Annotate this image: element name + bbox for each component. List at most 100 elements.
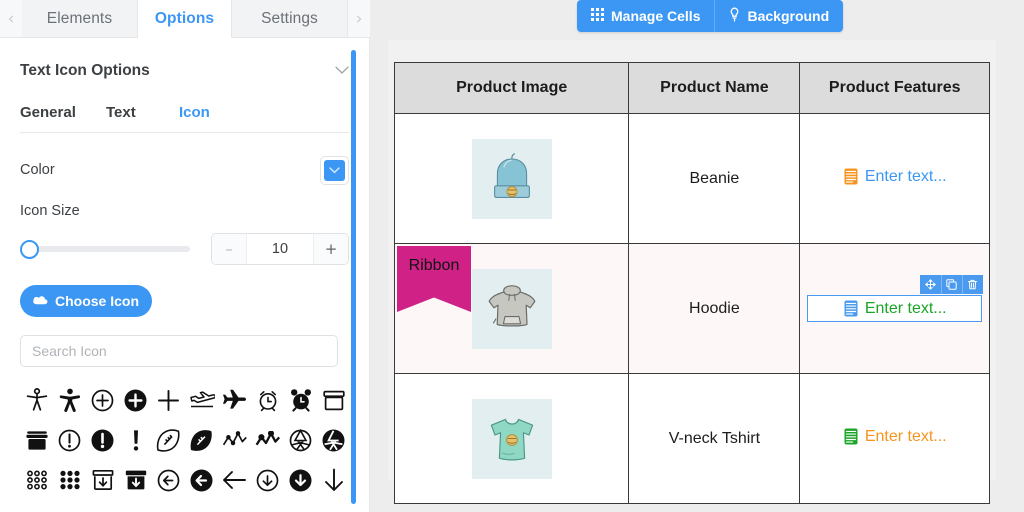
sidebar-scrollbar[interactable] xyxy=(351,50,356,504)
plane-solid-icon[interactable] xyxy=(218,383,251,417)
plane-departure-icon[interactable] xyxy=(185,383,218,417)
table-row: Beanie Enter text... xyxy=(393,113,990,244)
feature-placeholder-group[interactable]: Enter text... xyxy=(843,168,947,186)
hoodie-thumbnail[interactable] xyxy=(471,268,552,349)
background-label: Background xyxy=(747,8,830,24)
dots-grid-solid-icon[interactable] xyxy=(53,463,86,497)
cell-toolbar xyxy=(919,275,983,294)
feature-placeholder-text: Enter text... xyxy=(864,299,947,317)
v-neck-tshirt-thumbnail[interactable] xyxy=(471,398,552,479)
cell-product-image[interactable] xyxy=(393,113,630,244)
tab-settings[interactable]: Settings xyxy=(232,0,348,37)
arrow-circle-left-solid-icon[interactable] xyxy=(185,463,218,497)
app-root: ‹ Elements Options Settings › Text Icon … xyxy=(0,0,1024,512)
color-label: Color xyxy=(20,162,55,178)
color-picker-button[interactable] xyxy=(320,155,349,185)
exclamation-circle-solid-icon[interactable] xyxy=(86,423,119,457)
chart-line-solid-icon[interactable] xyxy=(251,423,284,457)
chart-line-outline-icon[interactable] xyxy=(218,423,251,457)
slider-thumb[interactable] xyxy=(20,239,39,259)
cell-product-features[interactable]: Enter text... xyxy=(799,113,990,244)
section-title: Text Icon Options xyxy=(20,62,150,79)
column-header-product-image: Product Image xyxy=(393,62,630,114)
aperture-outline-icon[interactable] xyxy=(284,423,317,457)
delete-icon[interactable] xyxy=(961,275,983,294)
football-outline-icon[interactable] xyxy=(152,423,185,457)
chevron-down-icon[interactable] xyxy=(335,64,349,79)
feature-placeholder-group[interactable]: Enter text... xyxy=(843,428,947,446)
search-input-placeholder: Search Icon xyxy=(32,343,107,359)
cell-product-features[interactable]: Enter text... xyxy=(799,373,990,504)
background-button[interactable]: Background xyxy=(715,0,844,32)
plus-circle-solid-icon[interactable] xyxy=(119,383,152,417)
selected-feature-cell[interactable]: Enter text... xyxy=(807,275,983,322)
product-name-label: V-neck Tshirt xyxy=(668,429,761,447)
cell-product-features[interactable]: Enter text... xyxy=(799,243,990,374)
cell-product-name[interactable]: V-neck Tshirt xyxy=(628,373,801,504)
aperture-solid-icon[interactable] xyxy=(317,423,350,457)
cell-product-name[interactable]: Hoodie xyxy=(628,243,801,374)
column-header-product-features: Product Features xyxy=(799,62,990,114)
ribbon-label: Ribbon xyxy=(408,257,460,274)
text-lines-icon xyxy=(843,168,859,186)
options-sidebar: ‹ Elements Options Settings › Text Icon … xyxy=(0,0,370,512)
column-header-product-name: Product Name xyxy=(628,62,801,114)
table-body: Beanie Enter text... Ribbon Hoodie Enter… xyxy=(393,113,990,504)
universal-access-icon[interactable] xyxy=(53,383,86,417)
color-row: Color xyxy=(20,155,349,185)
icon-size-slider[interactable] xyxy=(20,239,190,259)
exclamation-icon[interactable] xyxy=(119,423,152,457)
tabs-prev-arrow-icon[interactable]: ‹ xyxy=(0,0,22,37)
cell-product-image[interactable]: Ribbon xyxy=(393,243,630,374)
archive-solid-icon[interactable] xyxy=(20,423,53,457)
accessible-icon[interactable] xyxy=(20,383,53,417)
product-table: Product Image Product Name Product Featu… xyxy=(393,62,990,504)
football-solid-icon[interactable] xyxy=(185,423,218,457)
beanie-thumbnail[interactable] xyxy=(471,138,552,219)
subtab-text[interactable]: Text xyxy=(106,104,179,121)
alarm-clock-outline-icon[interactable] xyxy=(251,383,284,417)
icon-picker-grid xyxy=(20,383,349,497)
box-arrow-down-solid-icon[interactable] xyxy=(119,463,152,497)
search-icon-input[interactable]: Search Icon xyxy=(20,335,338,367)
canvas-sheet: Product Image Product Name Product Featu… xyxy=(388,40,996,504)
archive-outline-icon[interactable] xyxy=(317,383,350,417)
color-swatch xyxy=(324,159,345,181)
exclamation-circle-outline-icon[interactable] xyxy=(53,423,86,457)
icon-size-label: Icon Size xyxy=(20,203,80,219)
product-name-label: Hoodie xyxy=(689,299,740,317)
stepper-minus-button[interactable]: – xyxy=(212,234,246,264)
arrow-left-icon[interactable] xyxy=(218,463,251,497)
arrow-circle-down-solid-icon[interactable] xyxy=(284,463,317,497)
arrow-circle-down-outline-icon[interactable] xyxy=(251,463,284,497)
plus-circle-outline-icon[interactable] xyxy=(86,383,119,417)
choose-icon-button[interactable]: Choose Icon xyxy=(20,285,152,317)
icon-size-stepper[interactable]: – 10 + xyxy=(211,233,349,265)
box-arrow-down-outline-icon[interactable] xyxy=(86,463,119,497)
alarm-clock-solid-icon[interactable] xyxy=(284,383,317,417)
cell-product-image[interactable] xyxy=(393,373,630,504)
text-lines-icon xyxy=(843,300,859,318)
product-name-label: Beanie xyxy=(689,169,740,187)
subtab-icon[interactable]: Icon xyxy=(179,104,210,121)
subtab-general[interactable]: General xyxy=(20,104,106,121)
duplicate-icon[interactable] xyxy=(940,275,962,294)
dots-grid-outline-icon[interactable] xyxy=(20,463,53,497)
arrow-down-icon[interactable] xyxy=(317,463,350,497)
tabs-next-arrow-icon[interactable]: › xyxy=(348,0,370,37)
plus-icon[interactable] xyxy=(152,383,185,417)
text-icon-options-header[interactable]: Text Icon Options xyxy=(20,38,349,82)
ribbon-badge[interactable]: Ribbon xyxy=(397,246,471,312)
move-icon[interactable] xyxy=(920,275,941,294)
arrow-circle-left-outline-icon[interactable] xyxy=(152,463,185,497)
feature-placeholder-text: Enter text... xyxy=(864,167,947,185)
cell-product-name[interactable]: Beanie xyxy=(628,113,801,244)
cloud-icon xyxy=(33,293,48,309)
feature-placeholder-text: Enter text... xyxy=(864,427,947,445)
stepper-plus-button[interactable]: + xyxy=(314,234,348,264)
manage-cells-button[interactable]: Manage Cells xyxy=(577,0,715,32)
tab-elements[interactable]: Elements xyxy=(22,0,138,37)
tab-options[interactable]: Options xyxy=(138,0,232,38)
slider-track xyxy=(28,246,190,252)
icon-size-value[interactable]: 10 xyxy=(246,234,314,264)
